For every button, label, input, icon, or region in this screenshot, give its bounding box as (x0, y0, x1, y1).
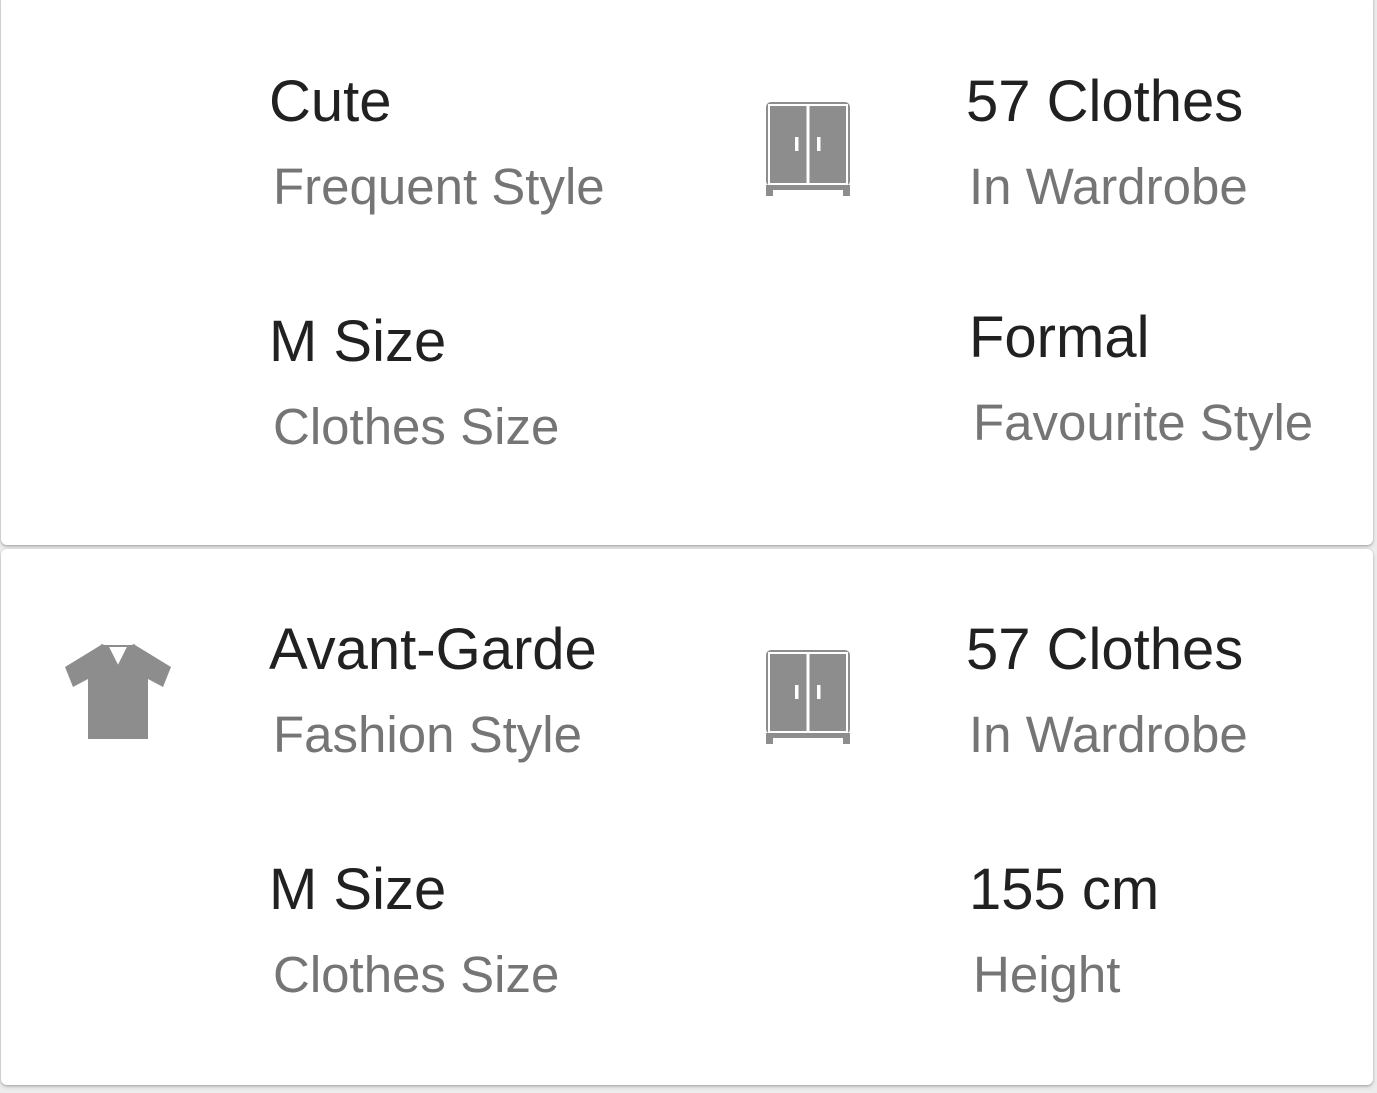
profile-stats-card: Avant-Garde Fashion Style 57 Clothes In … (1, 549, 1373, 1085)
clothes-size-label: Clothes Size (273, 946, 560, 1003)
wardrobe-count-value: 57 Clothes (966, 69, 1244, 134)
clothes-size-value: M Size (269, 857, 447, 922)
shirt-icon (63, 641, 173, 741)
clothes-size-value: M Size (269, 309, 447, 374)
wardrobe-icon (763, 647, 853, 745)
wardrobe-count-label: In Wardrobe (969, 158, 1248, 215)
wardrobe-count-label: In Wardrobe (969, 706, 1248, 763)
fashion-style-label: Fashion Style (273, 706, 582, 763)
clothes-size-label: Clothes Size (273, 398, 560, 455)
height-value: 155 cm (969, 857, 1160, 922)
height-label: Height (973, 946, 1121, 1003)
frequent-style-label: Frequent Style (273, 158, 605, 215)
favourite-style-value: Formal (969, 305, 1150, 370)
profile-stats-card: Cute Frequent Style 57 Clothes In Wardro… (1, 0, 1373, 545)
frequent-style-value: Cute (269, 69, 392, 134)
wardrobe-icon (763, 99, 853, 197)
wardrobe-count-value: 57 Clothes (966, 617, 1244, 682)
favourite-style-label: Favourite Style (973, 394, 1314, 451)
fashion-style-value: Avant-Garde (269, 617, 597, 682)
